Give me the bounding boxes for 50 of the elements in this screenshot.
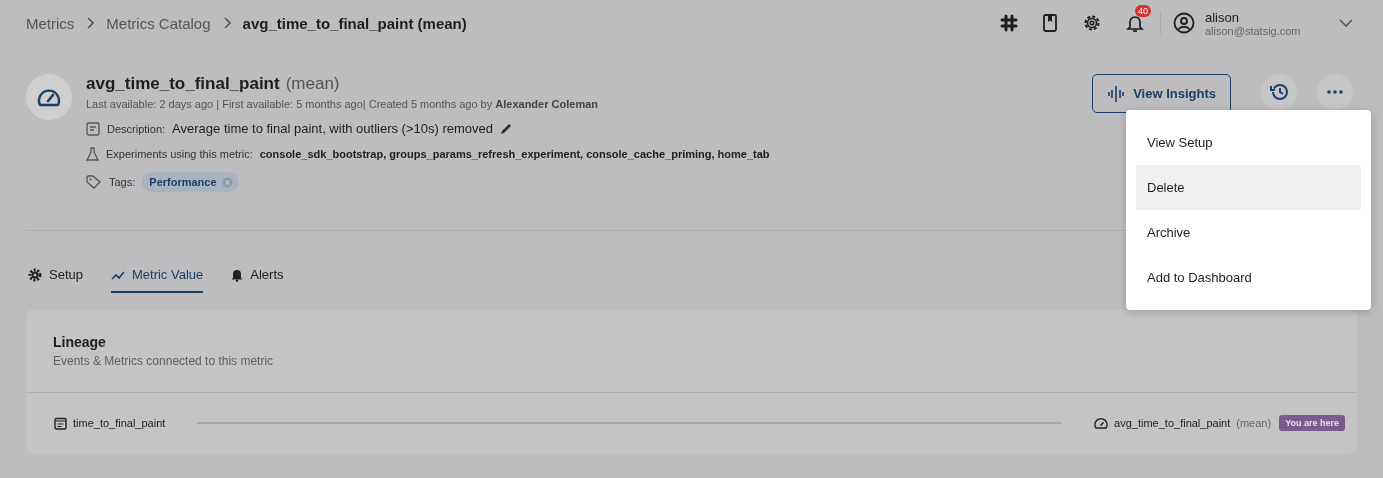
tab[interactable]: Alerts [231, 267, 284, 293]
experiments-label: Experiments using this metric: [106, 148, 253, 160]
menu-item[interactable]: View Setup [1136, 120, 1361, 165]
history-icon [1269, 82, 1289, 102]
more-button[interactable] [1317, 74, 1353, 110]
bell-icon[interactable] [1126, 13, 1144, 33]
menu-item[interactable]: Archive [1136, 210, 1361, 255]
breadcrumb[interactable]: Metrics Catalog [106, 14, 211, 32]
tag-chip: Performance [142, 172, 239, 192]
description-text: Average time to final paint, with outliers (>10s) removed [172, 121, 494, 136]
more-icon [1327, 90, 1343, 94]
notification-count: 40 [1135, 5, 1151, 17]
event-node-label[interactable]: time_to_final_paint [73, 417, 166, 429]
experiments-list: console_sdk_bootstrap, groups_params_refresh_experiment, console_cache_priming, home_tab [259, 148, 770, 160]
breadcrumb: avg_time_to_final_paint (mean) [242, 14, 467, 32]
gauge-icon [36, 86, 62, 108]
current-badge: You are here [1279, 415, 1345, 431]
calendar-icon [54, 416, 67, 430]
lineage-title: Lineage [53, 334, 107, 350]
settings-icon[interactable] [1082, 13, 1102, 33]
chevron-right-icon [222, 17, 231, 29]
chevron-right-icon [86, 17, 95, 29]
user-icon[interactable] [1173, 12, 1195, 34]
bell-icon [231, 267, 244, 282]
gear-icon [28, 267, 42, 282]
breadcrumb[interactable]: Metrics [26, 14, 75, 32]
menu-item[interactable]: Add to Dashboard [1136, 255, 1361, 300]
history-button[interactable] [1261, 74, 1297, 110]
waveform-icon [1107, 84, 1126, 103]
metric-qualifier: (mean) [285, 74, 340, 94]
gauge-icon [1094, 417, 1109, 429]
metric-node-label: avg_time_to_final_paint [1114, 417, 1231, 429]
trend-icon [111, 269, 125, 280]
book-icon[interactable] [1042, 14, 1058, 32]
menu-item[interactable]: Delete [1136, 165, 1361, 210]
tag-icon [86, 175, 102, 189]
lineage-subtitle: Events & Metrics connected to this metric [53, 354, 275, 368]
tags-label: Tags: [109, 176, 136, 188]
description-label: Description: [107, 122, 166, 135]
document-icon [86, 121, 100, 136]
metric-node-qualifier: (mean) [1236, 417, 1272, 429]
user-name: alison [1205, 9, 1240, 25]
user-email: alison@statsig.com [1205, 24, 1302, 37]
pencil-icon[interactable] [500, 122, 514, 135]
metric-name: avg_time_to_final_paint [86, 74, 280, 94]
chevron-down-icon[interactable] [1339, 19, 1353, 27]
tab[interactable]: Metric Value [111, 267, 204, 293]
metric-meta: Last available: 2 days ago | First available: 5 months ago| Created 5 months ago by Alexander Coleman [86, 98, 599, 110]
tab[interactable]: Setup [28, 267, 83, 293]
flask-icon [86, 147, 99, 161]
